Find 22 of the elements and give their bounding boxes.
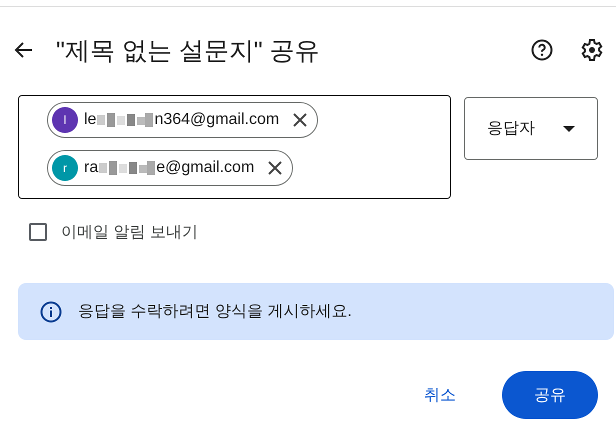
settings-icon[interactable]	[580, 38, 604, 62]
share-button[interactable]: 공유	[502, 371, 598, 419]
email-text: n364@gmail.com	[154, 111, 280, 129]
checkbox-label: 이메일 알림 보내기	[61, 222, 198, 242]
recipients-field[interactable]: l le n364@gmail.com r ra e@gmail.com	[18, 95, 451, 199]
dialog-title: "제목 없는 설문지" 공유	[56, 36, 321, 66]
caret-icon	[563, 126, 575, 132]
banner-text: 응답을 수락하려면 양식을 게시하세요.	[78, 302, 352, 322]
role-dropdown[interactable]: 응답자	[464, 97, 598, 160]
close-icon[interactable]	[291, 111, 310, 129]
avatar: l	[52, 107, 78, 133]
help-icon[interactable]	[530, 38, 554, 62]
email-text: le	[84, 111, 96, 129]
close-icon[interactable]	[266, 159, 284, 177]
checkbox[interactable]	[29, 223, 47, 241]
redaction-mark	[97, 113, 154, 127]
cancel-button[interactable]: 취소	[420, 374, 460, 416]
avatar: r	[52, 155, 78, 181]
email-text: ra	[84, 159, 98, 177]
redaction-mark	[99, 161, 156, 175]
info-icon	[40, 300, 62, 322]
email-text: e@gmail.com	[156, 159, 254, 177]
